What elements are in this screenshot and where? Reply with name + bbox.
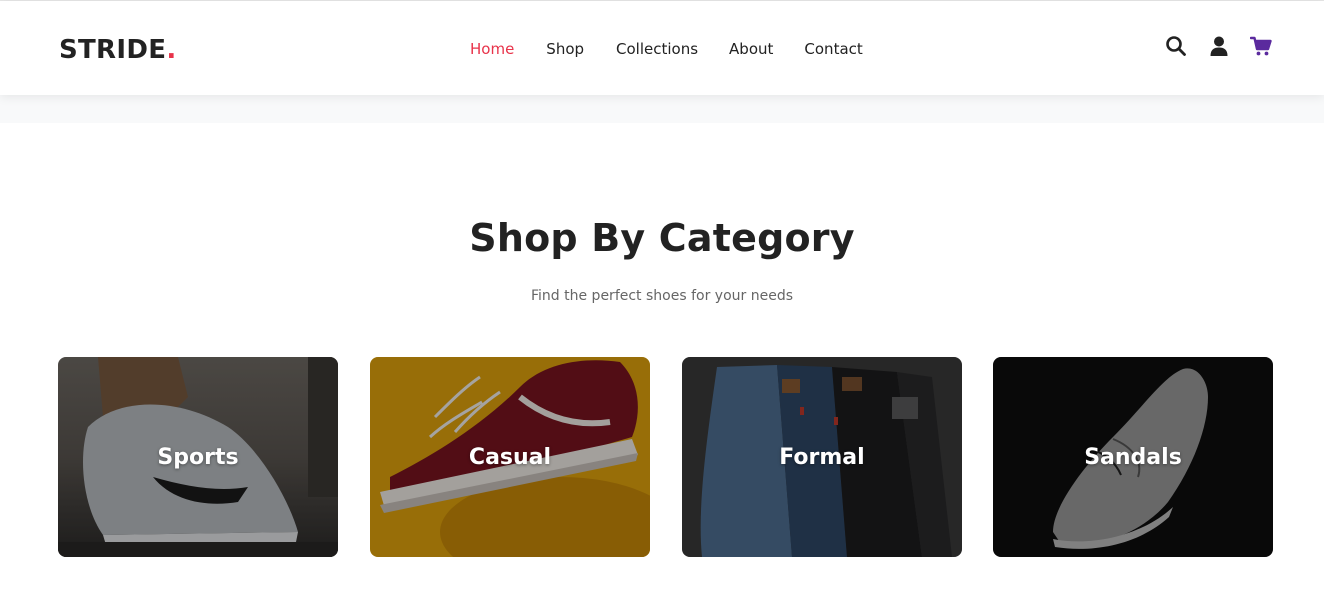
category-card-formal[interactable]: Formal <box>682 357 962 557</box>
site-header: STRIDE. Home Shop Collections About Cont… <box>0 1 1324 95</box>
category-label: Formal <box>779 445 865 470</box>
nav-collections[interactable]: Collections <box>616 37 698 61</box>
header-band <box>0 95 1324 123</box>
nav-contact[interactable]: Contact <box>804 37 862 61</box>
cart-icon[interactable] <box>1250 35 1274 59</box>
brand-name: STRIDE <box>59 35 167 65</box>
main-nav: Home Shop Collections About Contact <box>470 37 863 61</box>
category-card-casual[interactable]: Casual <box>370 357 650 557</box>
category-label: Sandals <box>1084 445 1182 470</box>
brand-logo[interactable]: STRIDE. <box>59 33 177 67</box>
category-label: Casual <box>468 445 552 470</box>
user-icon[interactable] <box>1208 35 1232 59</box>
category-card-sandals[interactable]: Sandals <box>993 357 1273 557</box>
nav-about[interactable]: About <box>729 37 773 61</box>
section-title: Shop By Category <box>469 216 855 260</box>
brand-dot: . <box>166 35 177 65</box>
category-label: Sports <box>157 445 239 470</box>
section-subtitle: Find the perfect shoes for your needs <box>531 288 793 304</box>
category-card-sports[interactable]: Sports <box>58 357 338 557</box>
search-icon[interactable] <box>1165 35 1189 59</box>
nav-shop[interactable]: Shop <box>546 37 584 61</box>
nav-home[interactable]: Home <box>470 37 514 61</box>
